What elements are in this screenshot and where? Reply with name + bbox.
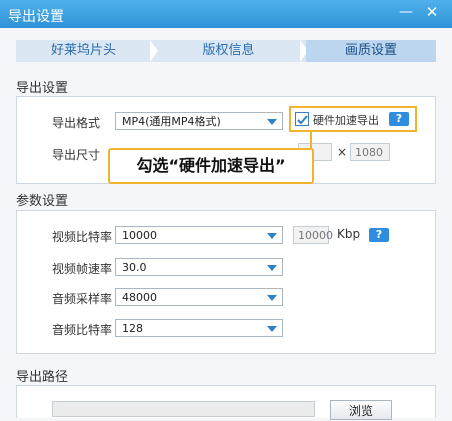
video-bitrate-value: 10000 [122,229,157,242]
callout-hint: 勾选“硬件加速导出” [108,148,314,184]
hw-accel-checkbox[interactable] [295,112,309,126]
step-intro[interactable]: 好莱坞片头 [16,40,151,62]
step-copyright[interactable]: 版权信息 [156,40,301,62]
chevron-down-icon [267,326,277,332]
help-icon[interactable]: ? [389,112,409,126]
wizard-steps: 好莱坞片头 版权信息 画质设置 [16,40,436,62]
output-path-heading: 导出路径 [16,370,69,385]
chevron-down-icon [267,265,277,271]
format-select[interactable]: MP4(通用MP4格式) [115,112,283,130]
close-button[interactable]: ✕ [420,2,444,22]
step-quality[interactable]: 画质设置 [306,40,436,62]
format-label: 导出格式 [52,116,101,130]
window-title: 导出设置 [8,9,64,25]
hw-accel-highlight: 硬件加速导出 ? [289,106,417,132]
video-bitrate-label: 视频比特率 [52,230,113,244]
audio-sample-select[interactable]: 48000 [115,288,283,306]
browse-button[interactable]: 浏览 [330,400,392,420]
hw-accel-label: 硬件加速导出 [313,114,379,127]
help-icon[interactable]: ? [369,228,389,242]
minimize-button[interactable]: — [394,2,418,22]
format-value: MP4(通用MP4格式) [122,115,221,128]
chevron-down-icon [267,295,277,301]
size-label: 导出尺寸 [52,148,101,162]
framerate-value: 30.0 [122,261,147,274]
audio-bitrate-value: 128 [122,322,143,335]
audio-sample-label: 音频采样率 [52,292,113,306]
height-field[interactable]: 1080 [350,143,390,161]
export-settings-heading: 导出设置 [16,81,69,96]
video-bitrate-select[interactable]: 10000 [115,226,283,244]
chevron-down-icon [267,119,277,125]
chevron-down-icon [267,233,277,239]
height-value: 1080 [355,146,383,159]
audio-bitrate-select[interactable]: 128 [115,319,283,337]
bitrate-unit: Kbp [337,227,361,241]
framerate-select[interactable]: 30.0 [115,258,283,276]
audio-sample-value: 48000 [122,291,157,304]
audio-bitrate-label: 音频比特率 [52,323,113,337]
callout-pointer [300,130,312,150]
checkmark-icon [297,115,308,125]
times-label: × [337,145,348,159]
video-bitrate-custom-value: 10000 [298,229,333,242]
video-bitrate-custom-field[interactable]: 10000 [293,226,333,244]
title-bar: 导出设置 — ✕ [0,0,452,28]
params-heading: 参数设置 [16,194,69,209]
framerate-label: 视频帧速率 [52,262,113,276]
output-path-field[interactable] [52,401,315,417]
